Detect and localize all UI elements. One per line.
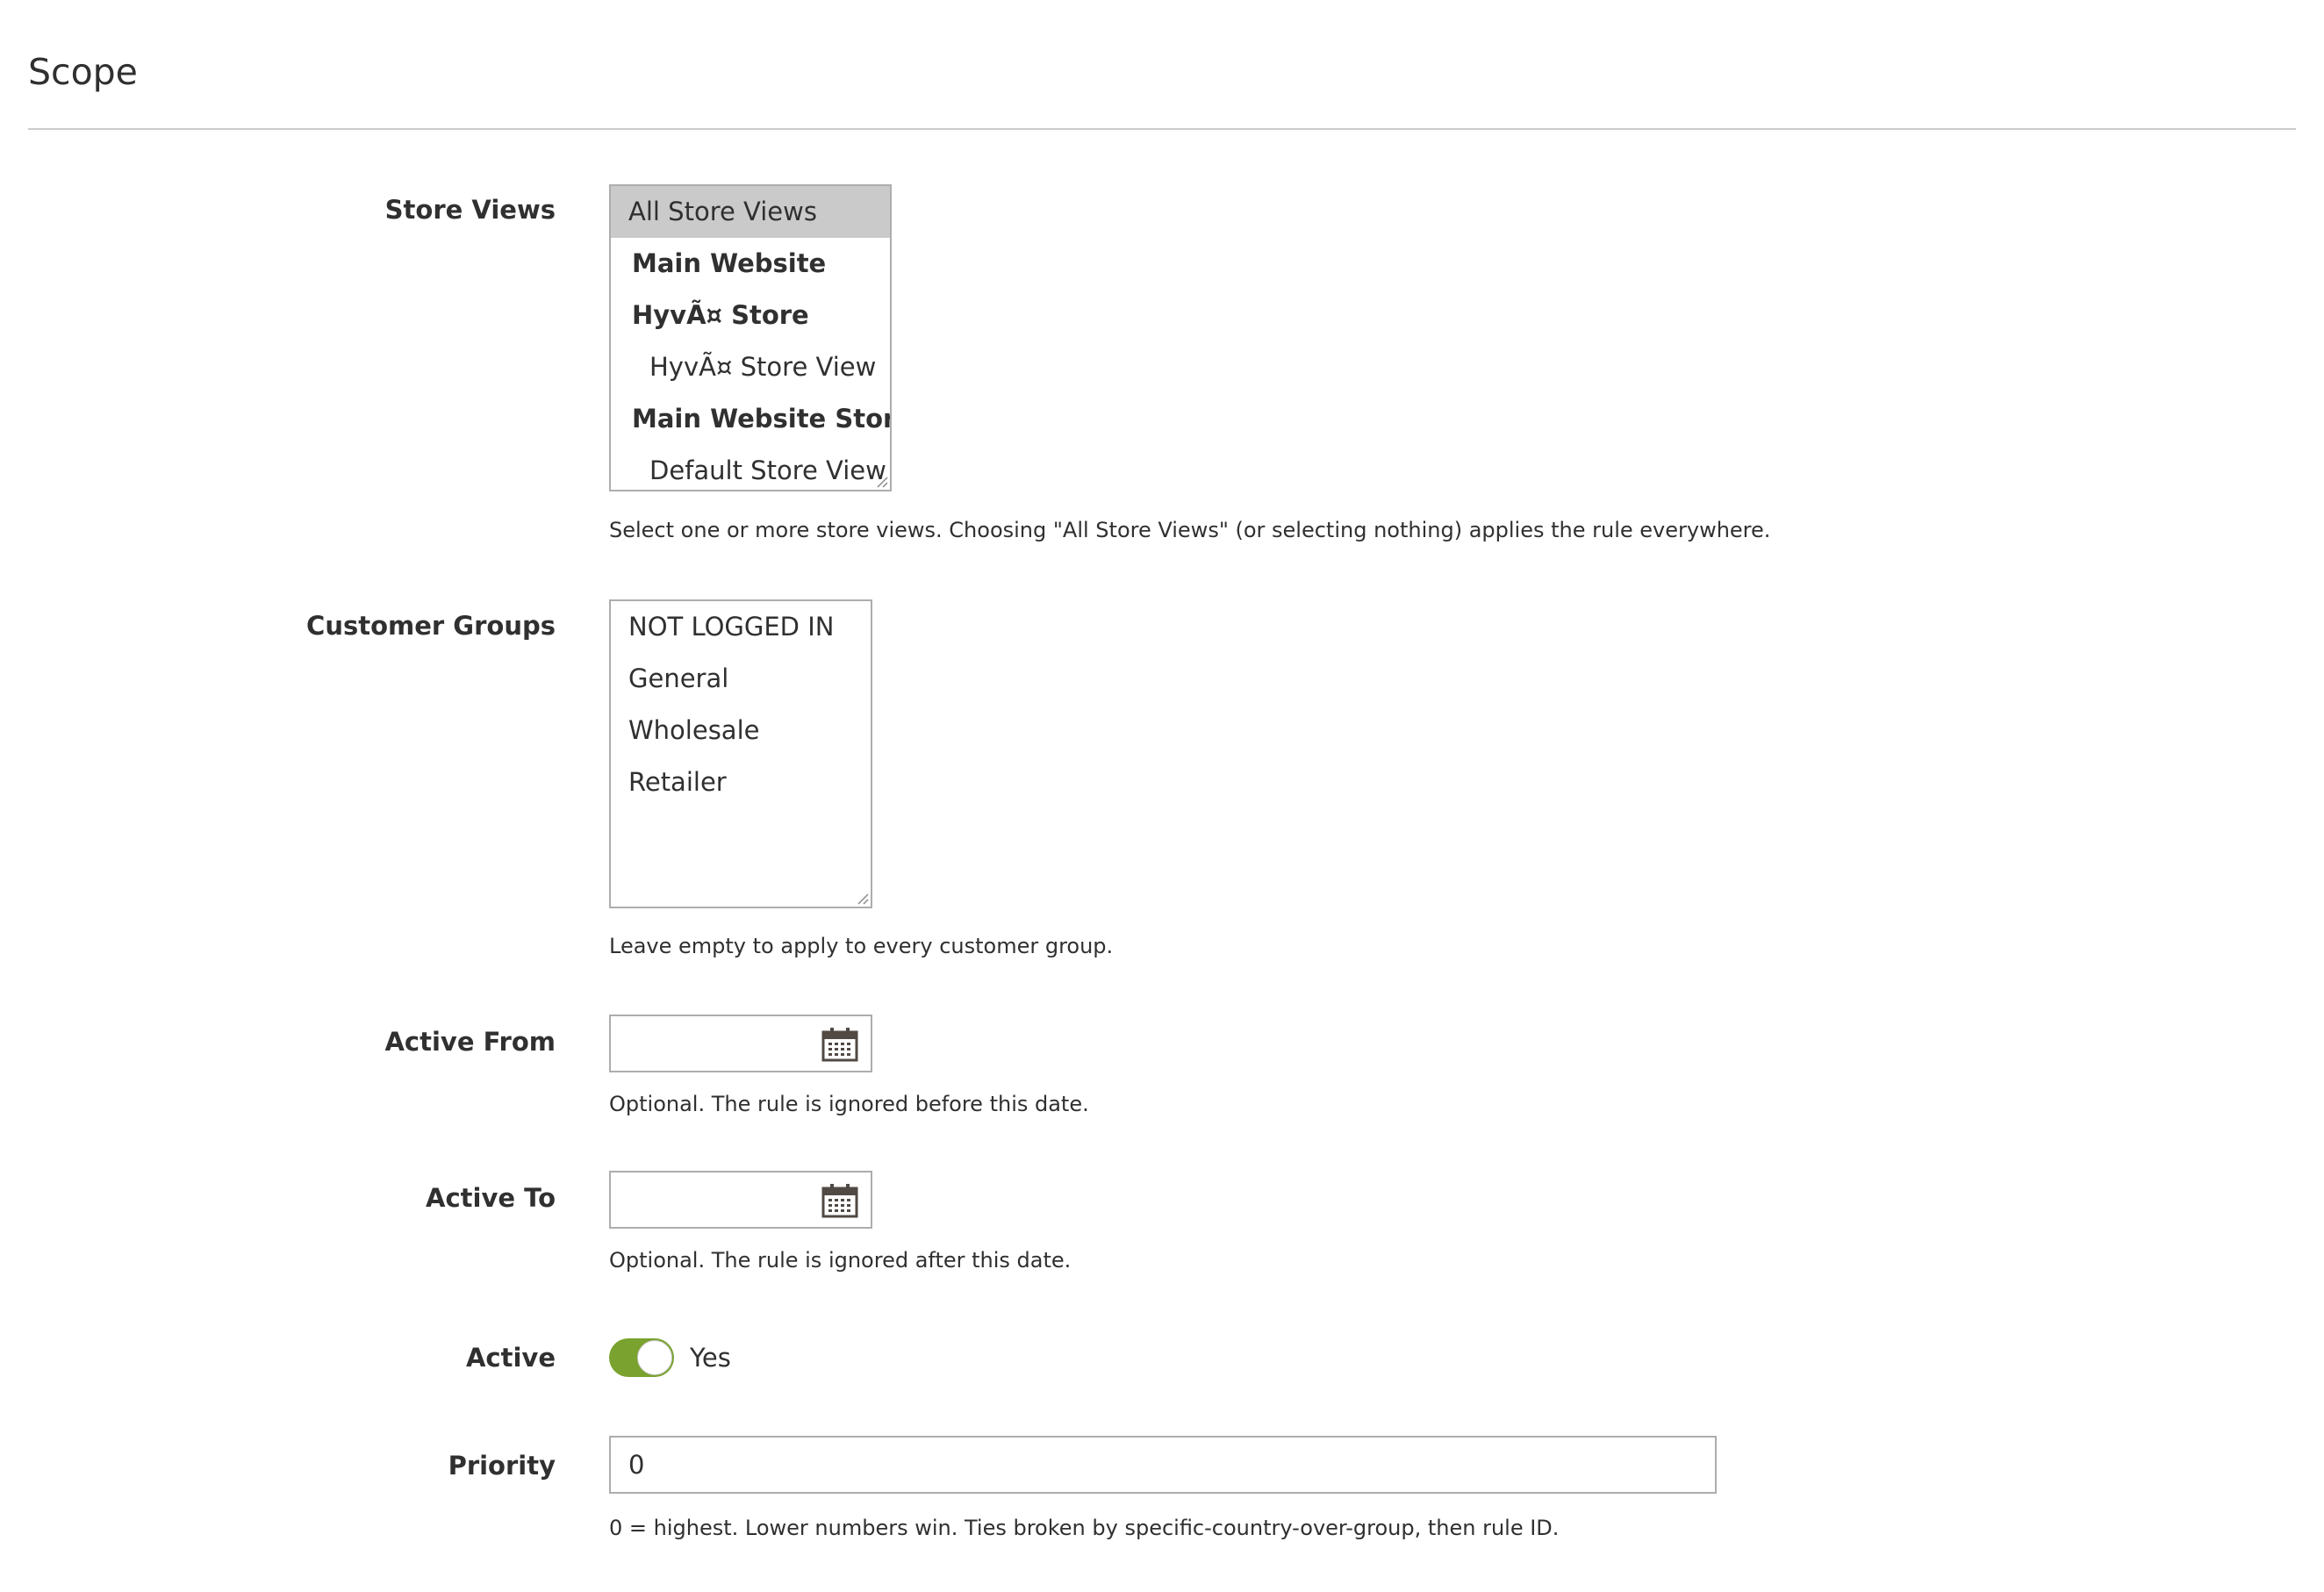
active-from-label: Active From [384,1027,556,1057]
customer-group-option[interactable]: NOT LOGGED IN [611,601,871,653]
store-views-option-default-store-view[interactable]: Default Store View [611,445,890,490]
priority-note: 0 = highest. Lower numbers win. Ties bro… [609,1516,1560,1540]
active-to-label: Active To [426,1183,556,1213]
active-toggle-text: Yes [690,1343,731,1373]
store-views-option-all[interactable]: All Store Views [611,186,890,238]
active-toggle[interactable] [609,1338,674,1377]
customer-group-option[interactable]: General [611,653,871,705]
customer-group-option[interactable]: Wholesale [611,705,871,757]
store-views-label: Store Views [384,195,556,225]
customer-groups-select[interactable]: NOT LOGGED IN General Wholesale Retailer [609,599,872,908]
active-to-input[interactable] [609,1171,872,1229]
store-views-optgroup-main-website: Main Website [632,248,827,278]
priority-label: Priority [448,1451,556,1481]
customer-groups-label: Customer Groups [306,611,556,641]
calendar-icon[interactable] [821,1183,858,1218]
active-from-input[interactable] [609,1015,872,1072]
store-views-select[interactable]: All Store Views Main Website HyvÃ¤ Store… [609,184,892,491]
store-views-option-hyva-store-view[interactable]: HyvÃ¤ Store View [611,341,890,393]
calendar-icon[interactable] [821,1027,858,1062]
section-title: Scope [28,51,138,93]
store-views-optgroup-main-website-store: Main Website Store [632,404,892,434]
customer-group-option[interactable]: Retailer [611,757,871,808]
active-to-note: Optional. The rule is ignored after this… [609,1248,1072,1273]
toggle-knob [637,1340,672,1375]
priority-input[interactable] [609,1436,1717,1494]
store-views-note: Select one or more store views. Choosing… [609,518,1771,542]
resize-handle-icon[interactable] [855,891,869,905]
section-divider [28,128,2296,130]
customer-groups-note: Leave empty to apply to every customer g… [609,934,1114,958]
store-views-optgroup-hyva-store: HyvÃ¤ Store [632,300,809,330]
resize-handle-icon[interactable] [874,474,888,488]
active-label: Active [465,1343,556,1373]
active-from-note: Optional. The rule is ignored before thi… [609,1092,1089,1116]
